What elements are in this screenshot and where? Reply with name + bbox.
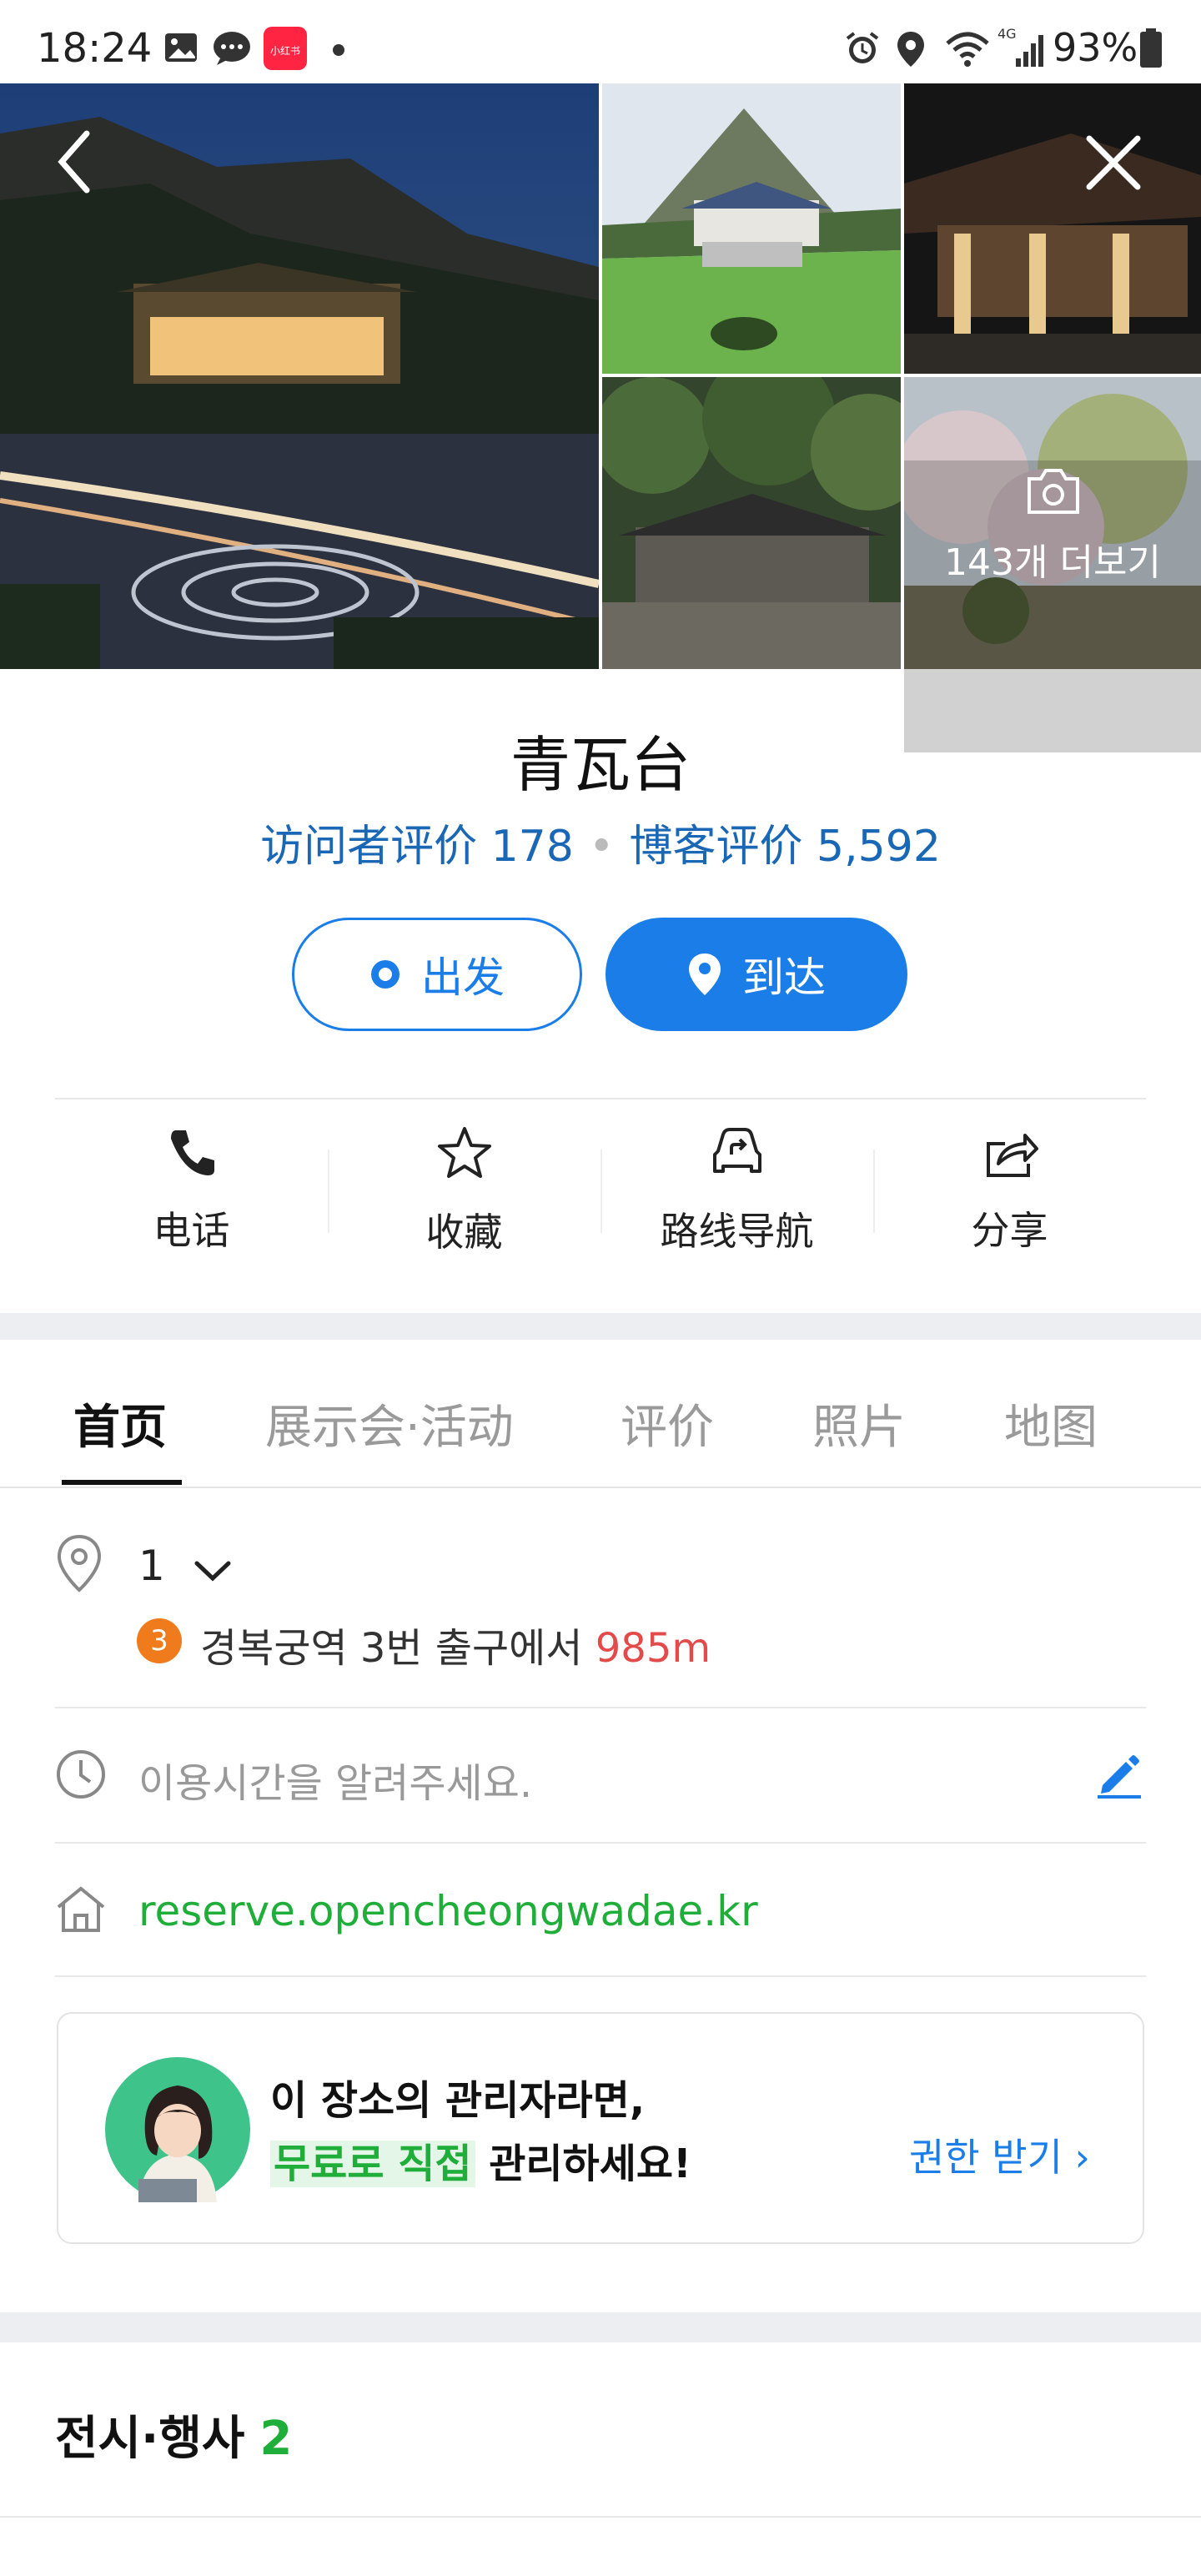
photo-palace-lawn[interactable] [602, 83, 901, 374]
chevron-left-icon [50, 130, 100, 204]
exhibitions-count: 2 [259, 2412, 293, 2466]
share-label: 分享 [971, 1208, 1048, 1253]
call-label: 电话 [153, 1208, 230, 1253]
address-toggle[interactable]: 1 [138, 1542, 232, 1593]
photo-gallery[interactable]: 143개 더보기 [0, 83, 1201, 752]
share-icon [982, 1127, 1038, 1182]
phone-icon [166, 1127, 218, 1182]
subway-line-badge: 3 [137, 1618, 182, 1663]
battery-percent: 93% [1053, 25, 1138, 70]
tab-photos[interactable]: 照片 [812, 1390, 906, 1457]
review-summary: 访问者评价 178 • 博客评价 5,592 [0, 811, 1201, 873]
map-pin-icon [687, 952, 722, 997]
address-value: 1 [138, 1542, 165, 1590]
battery-icon [1139, 28, 1163, 72]
edit-pencil-icon[interactable] [1094, 1750, 1144, 1804]
divider [55, 1707, 1146, 1708]
route-action[interactable]: 路线导航 [600, 1099, 873, 1283]
location-pin-icon [55, 1533, 103, 1597]
back-button[interactable] [50, 125, 125, 200]
tab-bar: 首页 展示会·活动 评价 照片 地图 [0, 1340, 1201, 1488]
status-time: 18:24 [37, 25, 153, 72]
save-label: 收藏 [425, 1210, 503, 1255]
camera-icon [1024, 467, 1083, 519]
car-route-icon [708, 1126, 766, 1183]
visitor-reviews-link[interactable]: 访问者评价 178 [260, 822, 574, 872]
owner-card-rest: 관리하세요! [489, 2141, 691, 2187]
hours-placeholder[interactable]: 이용시간을 알려주세요. [138, 1750, 532, 1809]
depart-button[interactable]: 出发 [292, 918, 582, 1031]
alarm-icon [844, 30, 881, 70]
save-action[interactable]: 收藏 [328, 1099, 600, 1283]
star-icon [436, 1125, 493, 1184]
close-icon [1076, 135, 1151, 204]
place-title: 青瓦台 [510, 730, 691, 800]
gallery-icon [163, 30, 198, 68]
photo-traditional-houses[interactable] [602, 377, 901, 669]
home-icon [55, 1884, 107, 1937]
svg-text:4G: 4G [997, 26, 1017, 42]
call-action[interactable]: 电话 [55, 1099, 328, 1283]
divider [0, 2516, 1201, 2518]
section-separator [0, 2312, 1201, 2342]
claim-ownership-link[interactable]: 권한 받기 › [909, 2127, 1090, 2182]
manager-avatar [105, 2057, 250, 2202]
blog-reviews-link[interactable]: 博客评价 5,592 [630, 822, 941, 872]
chevron-down-icon [193, 1545, 232, 1593]
location-icon [896, 30, 926, 72]
more-photos-label[interactable]: 143개 더보기 [904, 532, 1201, 586]
separator-dot: • [588, 822, 615, 872]
subway-station: 경복궁역 3번 출구에서 [200, 1625, 583, 1672]
photo-pavilion-night[interactable] [904, 83, 1201, 374]
share-action[interactable]: 分享 [873, 1099, 1146, 1283]
divider [55, 1842, 1146, 1844]
origin-dot-icon [369, 958, 401, 990]
4g-signal-icon: 4G [997, 25, 1046, 73]
route-label: 路线导航 [660, 1209, 814, 1254]
subway-distance: 985m [595, 1625, 711, 1672]
exhibitions-title: 전시·행사 [55, 2412, 245, 2466]
depart-label: 出发 [421, 953, 505, 1002]
xiaohongshu-app-icon: 小红书 [264, 27, 307, 73]
tab-map[interactable]: 地图 [1004, 1390, 1098, 1457]
tab-reviews[interactable]: 评价 [621, 1390, 714, 1457]
divider [55, 1975, 1146, 1977]
clock-icon [55, 1748, 107, 1804]
dot-icon [332, 43, 345, 60]
owner-card-subheading: 무료로 직접 관리하세요! [270, 2131, 691, 2189]
exhibitions-heading: 전시·행사 2 [55, 2401, 292, 2468]
section-separator [0, 1313, 1201, 1340]
owner-claim-card[interactable]: 이 장소의 관리자라면, 무료로 직접 관리하세요! 권한 받기 › [57, 2012, 1144, 2244]
close-button[interactable] [1076, 125, 1151, 200]
message-icon [212, 30, 252, 70]
wifi-icon [944, 30, 991, 72]
arrive-button[interactable]: 到达 [606, 918, 907, 1031]
tab-exhibitions[interactable]: 展示会·活动 [265, 1390, 514, 1457]
subway-directions: 경복궁역 3번 출구에서 985m [200, 1615, 711, 1673]
tab-home[interactable]: 首页 [73, 1390, 167, 1457]
website-link[interactable]: reserve.opencheongwadae.kr [138, 1887, 758, 1935]
svg-text:小红书: 小红书 [270, 44, 300, 57]
owner-card-highlight: 무료로 직접 [270, 2141, 475, 2187]
active-tab-indicator [62, 1480, 182, 1485]
arrive-label: 到达 [742, 953, 826, 1002]
owner-card-heading: 이 장소의 관리자라면, [270, 2077, 646, 2124]
status-bar: 18:24 小红书 4G 93% [0, 0, 1201, 83]
action-row: 电话 收藏 路线导航 分享 [55, 1099, 1146, 1283]
